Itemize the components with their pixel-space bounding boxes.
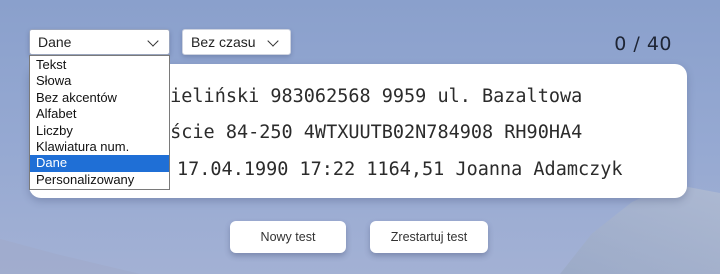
- dropdown-option-klawiatura-num[interactable]: Klawiatura num.: [30, 139, 169, 155]
- chevron-down-icon: [147, 35, 159, 47]
- time-select[interactable]: Bez czasu: [182, 29, 291, 55]
- mode-select[interactable]: Dane: [29, 29, 170, 55]
- dropdown-option-dane[interactable]: Dane: [30, 155, 169, 172]
- restart-test-button[interactable]: Zrestartuj test: [370, 221, 488, 253]
- text-line: 17.04.1990 17:22 1164,51 Joanna Adamczyk: [177, 159, 623, 180]
- progress-counter: 0 / 40: [614, 33, 672, 55]
- background-hill: [0, 239, 140, 274]
- text-line: jście 84-250 4WTXUUTB02N784908 RH90HA4: [159, 122, 583, 143]
- dropdown-option-tekst[interactable]: Tekst: [30, 57, 169, 73]
- text-line: Zieliński 983062568 9959 ul. Bazaltowa: [159, 86, 583, 107]
- dropdown-option-liczby[interactable]: Liczby: [30, 123, 169, 139]
- dropdown-option-alfabet[interactable]: Alfabet: [30, 106, 169, 122]
- time-select-value: Bez czasu: [191, 34, 256, 50]
- dropdown-option-personalizowany[interactable]: Personalizowany: [30, 172, 169, 188]
- dropdown-option-bez-akcentow[interactable]: Bez akcentów: [30, 90, 169, 106]
- chevron-down-icon: [267, 35, 279, 47]
- dropdown-option-slowa[interactable]: Słowa: [30, 73, 169, 89]
- new-test-button[interactable]: Nowy test: [230, 221, 346, 253]
- mode-dropdown-list[interactable]: Tekst Słowa Bez akcentów Alfabet Liczby …: [29, 55, 170, 191]
- mode-select-value: Dane: [38, 34, 72, 50]
